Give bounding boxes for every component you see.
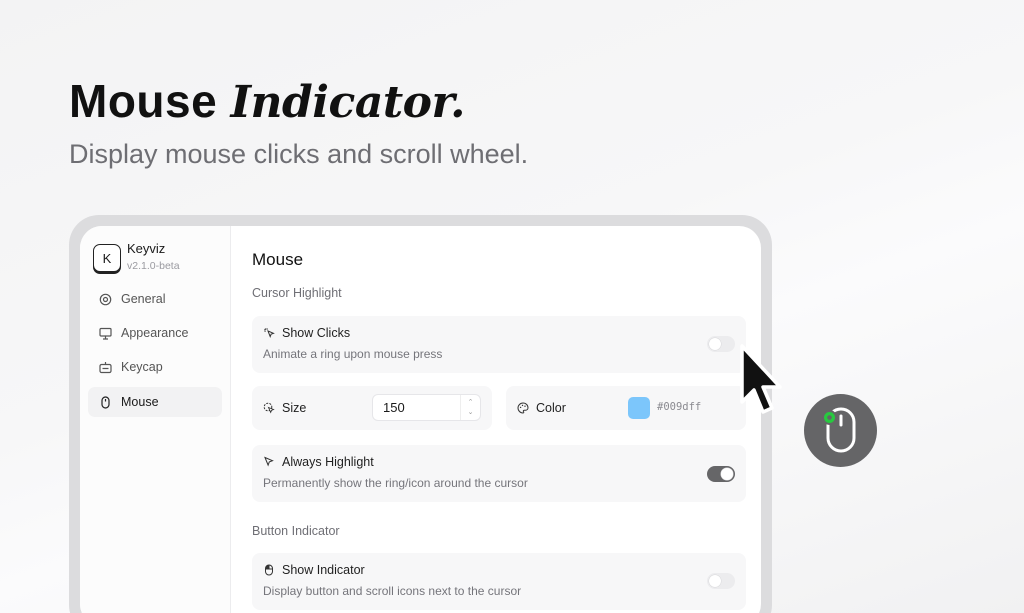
size-input[interactable]: 150 ⌃ ⌄ bbox=[372, 394, 481, 421]
size-stepper[interactable]: ⌃ ⌄ bbox=[460, 395, 480, 420]
always-highlight-card: Always Highlight Permanently show the ri… bbox=[252, 445, 746, 502]
always-highlight-title: Always Highlight bbox=[263, 455, 374, 469]
hero-subtitle: Display mouse clicks and scroll wheel. bbox=[69, 139, 529, 169]
sidebar: K Keyviz v2.1.0-beta General Appearance … bbox=[80, 226, 231, 613]
sidebar-item-label: Mouse bbox=[121, 395, 159, 409]
size-card: Size 150 ⌃ ⌄ bbox=[252, 386, 492, 430]
mouse-click-icon bbox=[265, 564, 273, 576]
show-clicks-label: Show Clicks bbox=[282, 326, 351, 340]
color-hex-value[interactable]: #009dff bbox=[657, 401, 701, 413]
main-panel: Mouse Cursor Highlight Show Clicks Anima… bbox=[231, 226, 761, 613]
keyboard-icon bbox=[99, 361, 112, 373]
sidebar-item-appearance[interactable]: Appearance bbox=[88, 318, 222, 348]
size-value: 150 bbox=[383, 400, 405, 415]
show-clicks-toggle[interactable] bbox=[707, 336, 735, 352]
sidebar-item-keycap[interactable]: Keycap bbox=[88, 352, 222, 382]
gear-icon bbox=[99, 293, 112, 305]
show-clicks-card: Show Clicks Animate a ring upon mouse pr… bbox=[252, 316, 746, 373]
size-label: Size bbox=[282, 401, 307, 415]
sidebar-item-label: General bbox=[121, 292, 166, 306]
chevron-down-icon[interactable]: ⌄ bbox=[468, 408, 474, 418]
sidebar-item-general[interactable]: General bbox=[88, 284, 222, 314]
show-indicator-label: Show Indicator bbox=[282, 563, 365, 577]
page-title: Mouse bbox=[252, 250, 304, 269]
show-indicator-description: Display button and scroll icons next to … bbox=[263, 584, 522, 598]
pointer-icon bbox=[264, 456, 274, 467]
app-name: Keyviz bbox=[127, 241, 166, 256]
color-card: Color #009dff bbox=[506, 386, 746, 430]
arrow-cursor-icon bbox=[740, 344, 782, 414]
color-swatch[interactable] bbox=[628, 397, 650, 419]
mouse-indicator-badge bbox=[804, 394, 877, 467]
hero-title: Mouse Indicator. bbox=[69, 74, 465, 128]
always-highlight-label: Always Highlight bbox=[282, 455, 374, 469]
app-version: v2.1.0-beta bbox=[127, 260, 180, 272]
show-indicator-card: Show Indicator Display button and scroll… bbox=[252, 553, 746, 610]
show-indicator-toggle[interactable] bbox=[707, 573, 735, 589]
color-label: Color bbox=[536, 401, 566, 415]
hero-title-plain: Mouse bbox=[69, 75, 218, 127]
show-clicks-description: Animate a ring upon mouse press bbox=[263, 347, 443, 361]
always-highlight-toggle[interactable] bbox=[707, 466, 735, 482]
palette-icon bbox=[517, 402, 529, 414]
show-clicks-title: Show Clicks bbox=[263, 326, 350, 340]
show-indicator-title: Show Indicator bbox=[263, 563, 365, 577]
mouse-icon bbox=[101, 395, 110, 409]
sidebar-item-label: Keycap bbox=[121, 360, 163, 374]
hero-title-italic: Indicator. bbox=[230, 77, 465, 128]
sidebar-item-mouse[interactable]: Mouse bbox=[88, 387, 222, 417]
click-icon bbox=[264, 328, 275, 338]
app-logo: K bbox=[93, 244, 121, 272]
section-label-button: Button Indicator bbox=[252, 524, 340, 538]
size-title: Size bbox=[263, 401, 306, 415]
chevron-up-icon[interactable]: ⌃ bbox=[468, 398, 474, 408]
ring-cursor-icon bbox=[263, 402, 275, 414]
always-highlight-description: Permanently show the ring/icon around th… bbox=[263, 476, 528, 490]
monitor-icon bbox=[99, 327, 112, 340]
section-label-cursor: Cursor Highlight bbox=[252, 286, 342, 300]
color-title: Color bbox=[517, 401, 566, 415]
sidebar-item-label: Appearance bbox=[121, 326, 189, 340]
app-window: K Keyviz v2.1.0-beta General Appearance … bbox=[80, 226, 761, 613]
mouse-left-click-icon bbox=[821, 407, 855, 452]
